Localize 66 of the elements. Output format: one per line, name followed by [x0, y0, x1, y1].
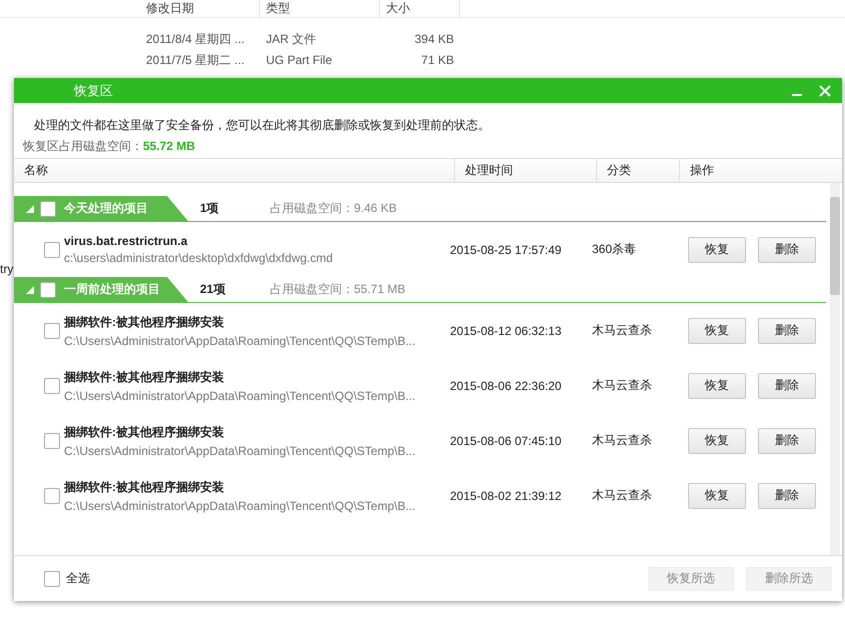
threat-name: 捆绑软件:被其他程序捆绑安装: [64, 368, 225, 386]
close-icon: [819, 84, 831, 96]
processed-time: 2015-08-06 22:36:20: [450, 378, 562, 392]
delete-button[interactable]: 删除: [758, 318, 816, 344]
file-path: C:\Users\Administrator\AppData\Roaming\Tencent\QQ\STemp\B...: [64, 334, 416, 348]
delete-button[interactable]: 删除: [758, 482, 816, 508]
category: 木马云查杀: [592, 487, 653, 504]
column-header[interactable]: 处理时间: [455, 159, 597, 182]
table-cell-text: 71 KB: [420, 52, 455, 69]
table-cell-text: 394 KB: [414, 31, 455, 48]
table-cell-text: 2011/8/4 星期四 ...: [145, 31, 246, 48]
item-count: 1项: [200, 200, 220, 217]
column-header[interactable]: 修改日期: [140, 0, 260, 17]
group-disk-usage: 占用磁盘空间：9.46 KB: [270, 200, 397, 217]
column-header[interactable]: 类型: [260, 0, 380, 17]
file-path: C:\Users\Administrator\AppData\Roaming\Tencent\QQ\STemp\B...: [64, 444, 416, 458]
processed-time: 2015-08-25 17:57:49: [450, 242, 562, 256]
description-text: 处理的文件都在这里做了安全备份，您可以在此将其彻底删除或恢复到处理前的状态。: [33, 117, 491, 134]
category: 木马云查杀: [592, 432, 653, 449]
column-header[interactable]: 名称: [14, 159, 455, 182]
column-header[interactable]: 操作: [680, 159, 840, 182]
disk-usage-value: 55.72 MB: [143, 139, 196, 153]
processed-time: 2015-08-12 06:32:13: [450, 324, 562, 338]
group-disk-usage: 占用磁盘空间：55.71 MB: [270, 281, 406, 298]
category: 木马云查杀: [592, 322, 653, 339]
processed-time: 2015-08-02 21:39:12: [450, 488, 562, 502]
threat-name: 捆绑软件:被其他程序捆绑安装: [64, 424, 225, 440]
table-cell-text: 2011/7/5 星期二 ...: [145, 52, 246, 69]
table-cell-text: UG Part File: [265, 52, 334, 69]
file-path: C:\Users\Administrator\AppData\Roaming\Tencent\QQ\STemp\B...: [64, 498, 416, 512]
processed-time: 2015-08-06 07:45:10: [450, 434, 562, 448]
select-all-label: 全选: [66, 570, 90, 587]
restore-button[interactable]: 恢复: [688, 236, 746, 262]
minimize-icon: [792, 94, 802, 96]
file-path: C:\Users\Administrator\AppData\Roaming\Tencent\QQ\STemp\B...: [64, 388, 416, 402]
checkbox[interactable]: [40, 282, 56, 298]
threat-name: 捆绑软件:被其他程序捆绑安装: [64, 478, 225, 496]
checkbox[interactable]: [44, 242, 60, 258]
restore-button[interactable]: 恢复: [688, 428, 746, 454]
scrollbar-thumb[interactable]: [830, 197, 840, 295]
delete-button[interactable]: 删除: [758, 236, 816, 262]
checkbox[interactable]: [44, 378, 60, 394]
delete-button[interactable]: 删除: [758, 372, 816, 398]
checkbox[interactable]: [44, 322, 60, 338]
restore-button[interactable]: 恢复: [688, 482, 746, 508]
column-header[interactable]: 分类: [597, 159, 680, 182]
threat-name: virus.bat.restrictrun.a: [64, 234, 188, 248]
table-cell-text: JAR 文件: [265, 31, 318, 48]
group-title: 一周前处理的项目: [64, 281, 160, 298]
restore-button[interactable]: 恢复: [688, 372, 746, 398]
file-name-fragment: try: [0, 262, 14, 276]
delete-button[interactable]: 删除: [758, 428, 816, 454]
category: 360杀毒: [592, 241, 638, 258]
restore-button[interactable]: 恢复: [688, 318, 746, 344]
checkbox[interactable]: [40, 200, 56, 216]
category: 木马云查杀: [592, 377, 653, 394]
window-title: 恢复区: [72, 82, 113, 100]
checkbox[interactable]: [44, 488, 60, 504]
disk-usage-label: 恢复区占用磁盘空间：: [23, 139, 143, 153]
threat-name: 捆绑软件:被其他程序捆绑安装: [64, 314, 225, 330]
checkbox[interactable]: [44, 570, 60, 586]
column-header[interactable]: 大小: [380, 0, 460, 17]
item-count: 21项: [200, 281, 226, 298]
group-title: 今天处理的项目: [64, 200, 148, 217]
file-path: c:\users\administrator\desktop\dxfdwg\dxfdwg.cmd: [64, 251, 334, 265]
checkbox[interactable]: [44, 432, 60, 448]
